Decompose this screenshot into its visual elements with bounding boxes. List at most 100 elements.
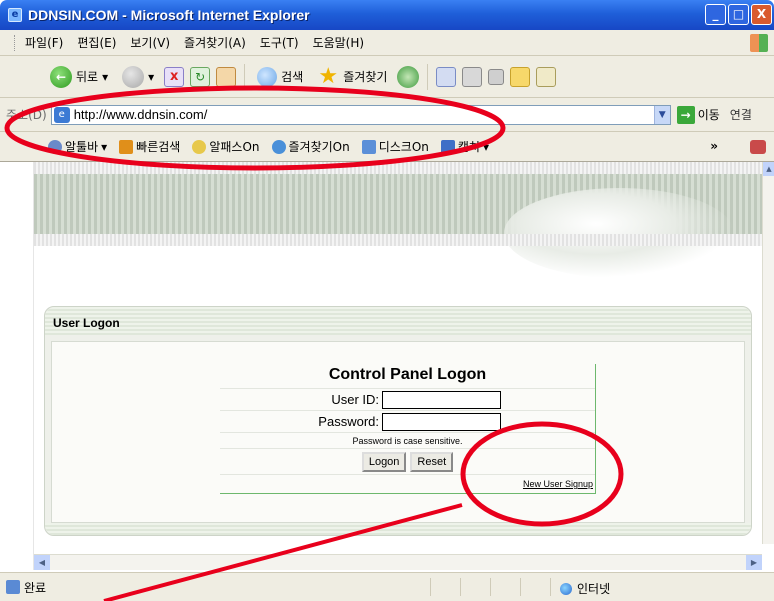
menu-grip [14,34,17,51]
back-button[interactable]: ← 뒤로 ▾ [46,64,112,90]
password-input[interactable] [382,412,501,431]
menu-view[interactable]: 보기(V) [130,34,170,51]
logon-form: Control Panel Logon User ID: Password: P… [220,364,596,494]
linkbar-item-quicksearch[interactable]: 빠른검색 [119,138,180,155]
linkbar-item-favorites-on[interactable]: 즐겨찾기On [271,138,350,155]
window-controls: _ □ X [705,4,772,25]
logon-buttons: Logon Reset [220,448,595,474]
panel-body: Control Panel Logon User ID: Password: P… [51,341,745,523]
chevron-down-icon: ▾ [101,139,108,154]
links-toolbar: 알툴바 ▾ 빠른검색 알패스On 즐겨찾기On 디스크On 캡쳐 ▾ » [0,132,774,162]
window-title: DDNSIN.COM - Microsoft Internet Explorer [28,7,310,23]
back-dropdown-icon[interactable]: ▾ [102,70,108,84]
password-row: Password: [220,410,595,432]
star-icon [271,139,286,154]
chevron-down-icon: ▾ [482,139,490,154]
refresh-icon[interactable]: ↻ [190,66,211,87]
menu-tools[interactable]: 도구(T) [260,34,299,51]
history-icon[interactable] [397,65,420,88]
favorites-button[interactable]: ★ 즐겨찾기 [313,64,391,90]
menu-edit[interactable]: 편집(E) [77,34,116,51]
folder-icon[interactable] [510,66,531,87]
linkbar-label: 알패스On [209,140,260,154]
linkbar-item-disk-on[interactable]: 디스크On [361,138,429,155]
home-icon[interactable] [216,66,237,87]
stop-icon[interactable]: x [164,66,185,87]
menu-help[interactable]: 도움말(H) [313,34,365,51]
signup-row: New User Signup [220,474,595,494]
header-band-bottom [34,234,762,246]
new-user-signup-link[interactable]: New User Signup [523,479,593,489]
minimize-button[interactable]: _ [705,4,726,25]
search-label: 검색 [281,70,304,84]
toolbar-separator [244,63,246,90]
security-zone: 인터넷 [560,580,610,597]
userid-label: User ID: [331,392,379,407]
close-button[interactable]: X [751,4,772,25]
linkbar-item-altoolbar[interactable]: 알툴바 ▾ [48,138,107,155]
links-label[interactable]: 연결 [730,106,752,123]
address-input[interactable]: e http://www.ddnsin.com/ ▼ [50,104,671,125]
status-text: 완료 [24,580,47,595]
standard-toolbar: ← 뒤로 ▾ ▾ x ↻ 검색 ★ 즐겨찾기 [0,56,774,98]
favorites-star-icon: ★ [318,63,339,89]
addon-icon[interactable] [750,140,766,154]
horizontal-scrollbar[interactable]: ◀ ▶ [34,554,762,570]
toolbar-separator [427,63,429,90]
back-label: 뒤로 [76,70,99,84]
linkbar-label: 캡쳐 [457,140,480,154]
logon-title: Control Panel Logon [328,366,487,383]
header-band [34,162,762,174]
password-label: Password: [318,414,379,429]
address-label: 주소(D) [6,108,47,122]
page-content: User Logon Control Panel Logon User ID: … [34,162,762,544]
forward-dropdown-icon[interactable]: ▾ [148,70,154,84]
quicksearch-icon [119,139,134,154]
status-divider [550,578,551,596]
reset-button[interactable]: Reset [410,451,454,472]
scroll-up-icon[interactable]: ▲ [763,162,774,176]
userid-input[interactable] [382,390,501,409]
status-divider [520,578,521,596]
more-chevron-icon[interactable]: » [710,139,718,153]
altoolbar-icon [48,139,62,154]
go-label: 이동 [697,108,720,122]
scroll-right-icon[interactable]: ▶ [746,555,762,570]
back-arrow-icon: ← [50,65,72,88]
address-url[interactable]: http://www.ddnsin.com/ [74,107,654,122]
search-button[interactable]: 검색 [253,65,307,89]
scroll-left-icon[interactable]: ◀ [34,555,50,570]
userid-row: User ID: [220,388,595,410]
user-logon-panel: User Logon Control Panel Logon User ID: … [44,306,752,536]
linkbar-item-capture[interactable]: 캡쳐 ▾ [440,138,490,155]
address-dropdown-icon[interactable]: ▼ [653,105,670,124]
forward-arrow-icon [122,65,145,88]
edit-icon[interactable] [488,68,505,85]
forward-button[interactable]: ▾ [118,64,158,90]
messenger-icon[interactable] [536,66,557,87]
capture-icon [440,139,455,154]
logon-button[interactable]: Logon [361,451,407,472]
panel-footer [45,523,751,535]
status-divider [430,578,431,596]
menu-file[interactable]: 파일(F) [25,34,63,51]
menu-favorites[interactable]: 즐겨찾기(A) [184,34,246,51]
header-banner [34,174,762,278]
go-arrow-icon: → [676,105,695,124]
maximize-button[interactable]: □ [728,4,749,25]
linkbar-label: 디스크On [378,140,429,154]
status-divider [460,578,461,596]
left-margin [0,162,34,570]
linkbar-item-alpass[interactable]: 알패스On [192,138,260,155]
print-icon[interactable] [462,66,483,87]
favorites-label: 즐겨찾기 [343,70,388,84]
panel-title: User Logon [45,307,751,335]
title-bar: e DDNSIN.COM - Microsoft Internet Explor… [0,0,774,30]
go-button[interactable]: → 이동 [676,105,720,124]
mail-icon[interactable] [436,66,457,87]
vertical-scrollbar[interactable]: ▲ [762,162,774,544]
address-bar: 주소(D) e http://www.ddnsin.com/ ▼ → 이동 연결 [0,98,774,132]
key-icon [192,139,207,154]
ie-icon: e [8,8,22,22]
menu-bar: 파일(F) 편집(E) 보기(V) 즐겨찾기(A) 도구(T) 도움말(H) [0,30,774,56]
